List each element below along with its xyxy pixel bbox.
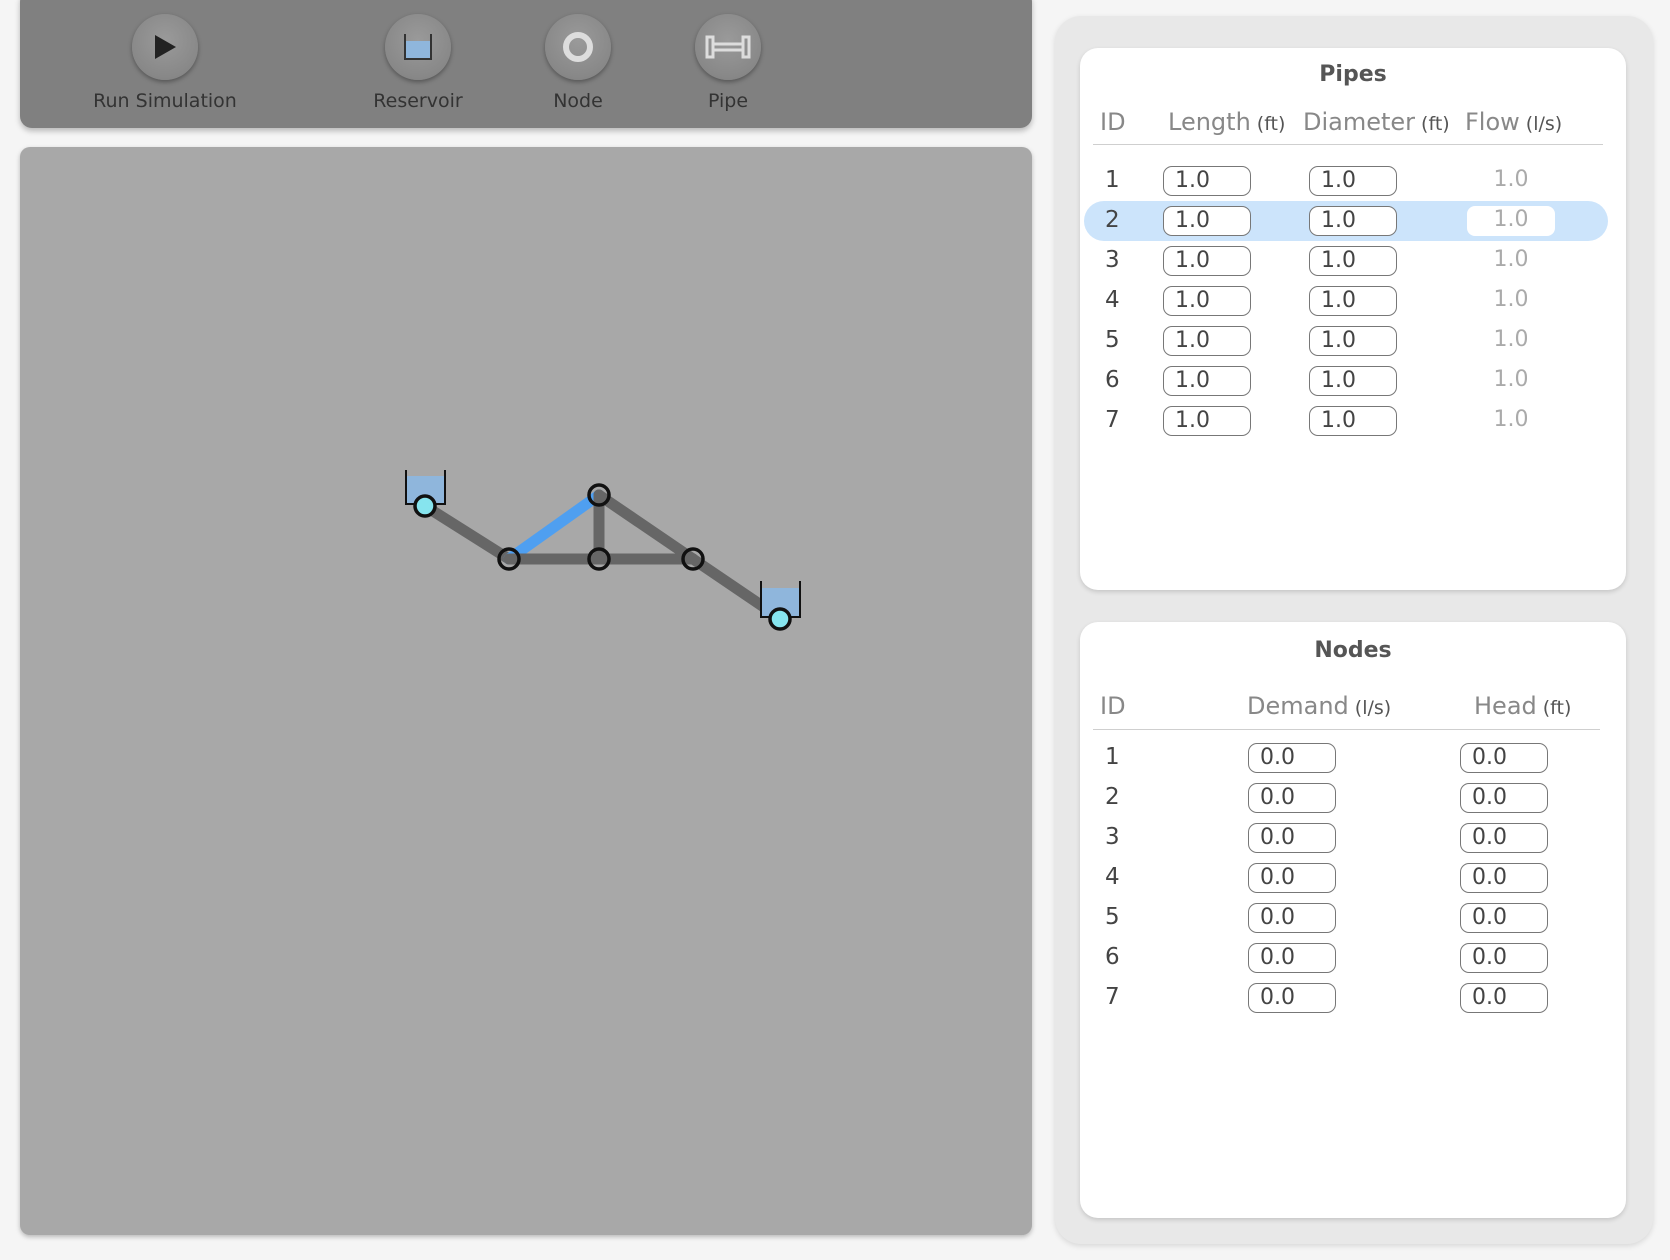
- network-canvas[interactable]: [20, 147, 1032, 1235]
- pipe-diameter-input[interactable]: 1.0: [1309, 406, 1397, 436]
- pipe-flow-value: 1.0: [1493, 367, 1529, 392]
- node-id: 4: [1105, 864, 1120, 890]
- pipe-flow-value: 1.0: [1493, 327, 1529, 352]
- pipe-id: 6: [1105, 367, 1120, 393]
- pipe-id: 5: [1105, 327, 1120, 353]
- pipe-1[interactable]: [419, 500, 515, 565]
- pipe-diameter-input[interactable]: 1.0: [1309, 246, 1397, 276]
- node-head-input[interactable]: 0.0: [1460, 943, 1548, 973]
- reservoir-tool-button[interactable]: Reservoir: [338, 14, 498, 112]
- node-head-input[interactable]: 0.0: [1460, 783, 1548, 813]
- toolbar: Run Simulation Reservoir Node Pipe: [20, 0, 1032, 128]
- node-head-input[interactable]: 0.0: [1460, 863, 1548, 893]
- pipe-diameter-input[interactable]: 1.0: [1309, 366, 1397, 396]
- pipe-tool-button[interactable]: Pipe: [648, 14, 808, 112]
- side-panel: Pipes ID Length (ft) Diameter (ft) Flow (l/…: [1055, 16, 1653, 1244]
- pipe-flow-value: 1.0: [1493, 167, 1529, 192]
- node-demand-input[interactable]: 0.0: [1248, 863, 1336, 893]
- pipe-diameter-input[interactable]: 1.0: [1309, 206, 1397, 236]
- node-table-row[interactable]: 2 0.0 0.0: [1080, 778, 1626, 818]
- pipe-diameter-input[interactable]: 1.0: [1309, 166, 1397, 196]
- node-head-input[interactable]: 0.0: [1460, 983, 1548, 1013]
- pipes-header-id: ID: [1100, 108, 1126, 136]
- pipe-length-input[interactable]: 1.0: [1163, 206, 1251, 236]
- pipe-id: 4: [1105, 287, 1120, 313]
- node-id: 7: [1105, 984, 1120, 1010]
- pipe-table-row[interactable]: 7 1.0 1.0 1.0: [1080, 401, 1626, 441]
- run-simulation-label: Run Simulation: [93, 90, 237, 112]
- node-table-row[interactable]: 5 0.0 0.0: [1080, 898, 1626, 938]
- pipe-flow-value: 1.0: [1493, 287, 1529, 312]
- pipe-length-input[interactable]: 1.0: [1163, 406, 1251, 436]
- play-icon: [132, 14, 198, 80]
- pipe-id: 2: [1105, 207, 1120, 233]
- nodes-panel: Nodes ID Demand (l/s) Head (ft) 1 0.0 0.0 2 0.…: [1080, 622, 1626, 1218]
- pipe-table-row[interactable]: 4 1.0 1.0 1.0: [1080, 281, 1626, 321]
- pipe-length-input[interactable]: 1.0: [1163, 166, 1251, 196]
- node-demand-input[interactable]: 0.0: [1248, 903, 1336, 933]
- node-demand-input[interactable]: 0.0: [1248, 983, 1336, 1013]
- pipe-diameter-input[interactable]: 1.0: [1309, 286, 1397, 316]
- nodes-header-divider: [1093, 729, 1600, 730]
- node-table-row[interactable]: 6 0.0 0.0: [1080, 938, 1626, 978]
- node-id: 1: [1105, 744, 1120, 770]
- reservoir-icon: [385, 14, 451, 80]
- pipes-header-flow: Flow (l/s): [1465, 108, 1563, 136]
- pipe-id: 1: [1105, 167, 1120, 193]
- pipe-diameter-input[interactable]: 1.0: [1309, 326, 1397, 356]
- node-id: 5: [1105, 904, 1120, 930]
- pipe-label: Pipe: [707, 90, 749, 112]
- network-diagram[interactable]: [20, 147, 1032, 1235]
- run-simulation-button[interactable]: Run Simulation: [85, 14, 245, 112]
- nodes-title: Nodes: [1314, 638, 1392, 663]
- pipe-length-input[interactable]: 1.0: [1163, 286, 1251, 316]
- pipe-flow-value: 1.0: [1493, 247, 1529, 272]
- pipe-table-row[interactable]: 2 1.0 1.0 1.0: [1080, 201, 1626, 241]
- pipe-table-row[interactable]: 6 1.0 1.0 1.0: [1080, 361, 1626, 401]
- node-head-input[interactable]: 0.0: [1460, 903, 1548, 933]
- node-table-row[interactable]: 4 0.0 0.0: [1080, 858, 1626, 898]
- pipes-title: Pipes: [1319, 62, 1387, 87]
- node-id: 3: [1105, 824, 1120, 850]
- reservoir-2[interactable]: [760, 581, 801, 631]
- pipe-2[interactable]: [503, 489, 605, 565]
- node-id: 2: [1105, 784, 1120, 810]
- pipe-length-input[interactable]: 1.0: [1163, 366, 1251, 396]
- node-head-input[interactable]: 0.0: [1460, 823, 1548, 853]
- reservoir-label: Reservoir: [373, 90, 463, 112]
- pipes-header-divider: [1093, 144, 1603, 145]
- node-icon: [545, 14, 611, 80]
- node-table-row[interactable]: 7 0.0 0.0: [1080, 978, 1626, 1018]
- node-label: Node: [553, 90, 603, 112]
- node-demand-input[interactable]: 0.0: [1248, 743, 1336, 773]
- pipe-length-input[interactable]: 1.0: [1163, 246, 1251, 276]
- pipe-5[interactable]: [593, 489, 699, 565]
- pipes-header-length: Length (ft): [1168, 108, 1286, 136]
- node-id: 6: [1105, 944, 1120, 970]
- pipe-flow-value: 1.0: [1493, 407, 1529, 432]
- pipe-table-row[interactable]: 5 1.0 1.0 1.0: [1080, 321, 1626, 361]
- pipe-table-row[interactable]: 3 1.0 1.0 1.0: [1080, 241, 1626, 281]
- pipes-header-diameter: Diameter (ft): [1303, 108, 1450, 136]
- node-demand-input[interactable]: 0.0: [1248, 943, 1336, 973]
- node-demand-input[interactable]: 0.0: [1248, 783, 1336, 813]
- nodes-header-id: ID: [1100, 692, 1126, 720]
- node-tool-button[interactable]: Node: [498, 14, 658, 112]
- node-demand-input[interactable]: 0.0: [1248, 823, 1336, 853]
- node-head-input[interactable]: 0.0: [1460, 743, 1548, 773]
- pipe-length-input[interactable]: 1.0: [1163, 326, 1251, 356]
- pipe-id: 3: [1105, 247, 1120, 273]
- nodes-header-demand: Demand (l/s): [1247, 692, 1392, 720]
- pipes-panel: Pipes ID Length (ft) Diameter (ft) Flow (l/…: [1080, 48, 1626, 590]
- node-table-row[interactable]: 1 0.0 0.0: [1080, 738, 1626, 778]
- node-table-row[interactable]: 3 0.0 0.0: [1080, 818, 1626, 858]
- pipe-icon: [695, 14, 761, 80]
- pipe-id: 7: [1105, 407, 1120, 433]
- nodes-header-head: Head (ft): [1474, 692, 1572, 720]
- pipe-table-row[interactable]: 1 1.0 1.0 1.0: [1080, 161, 1626, 201]
- pipe-flow-value: 1.0: [1467, 206, 1555, 236]
